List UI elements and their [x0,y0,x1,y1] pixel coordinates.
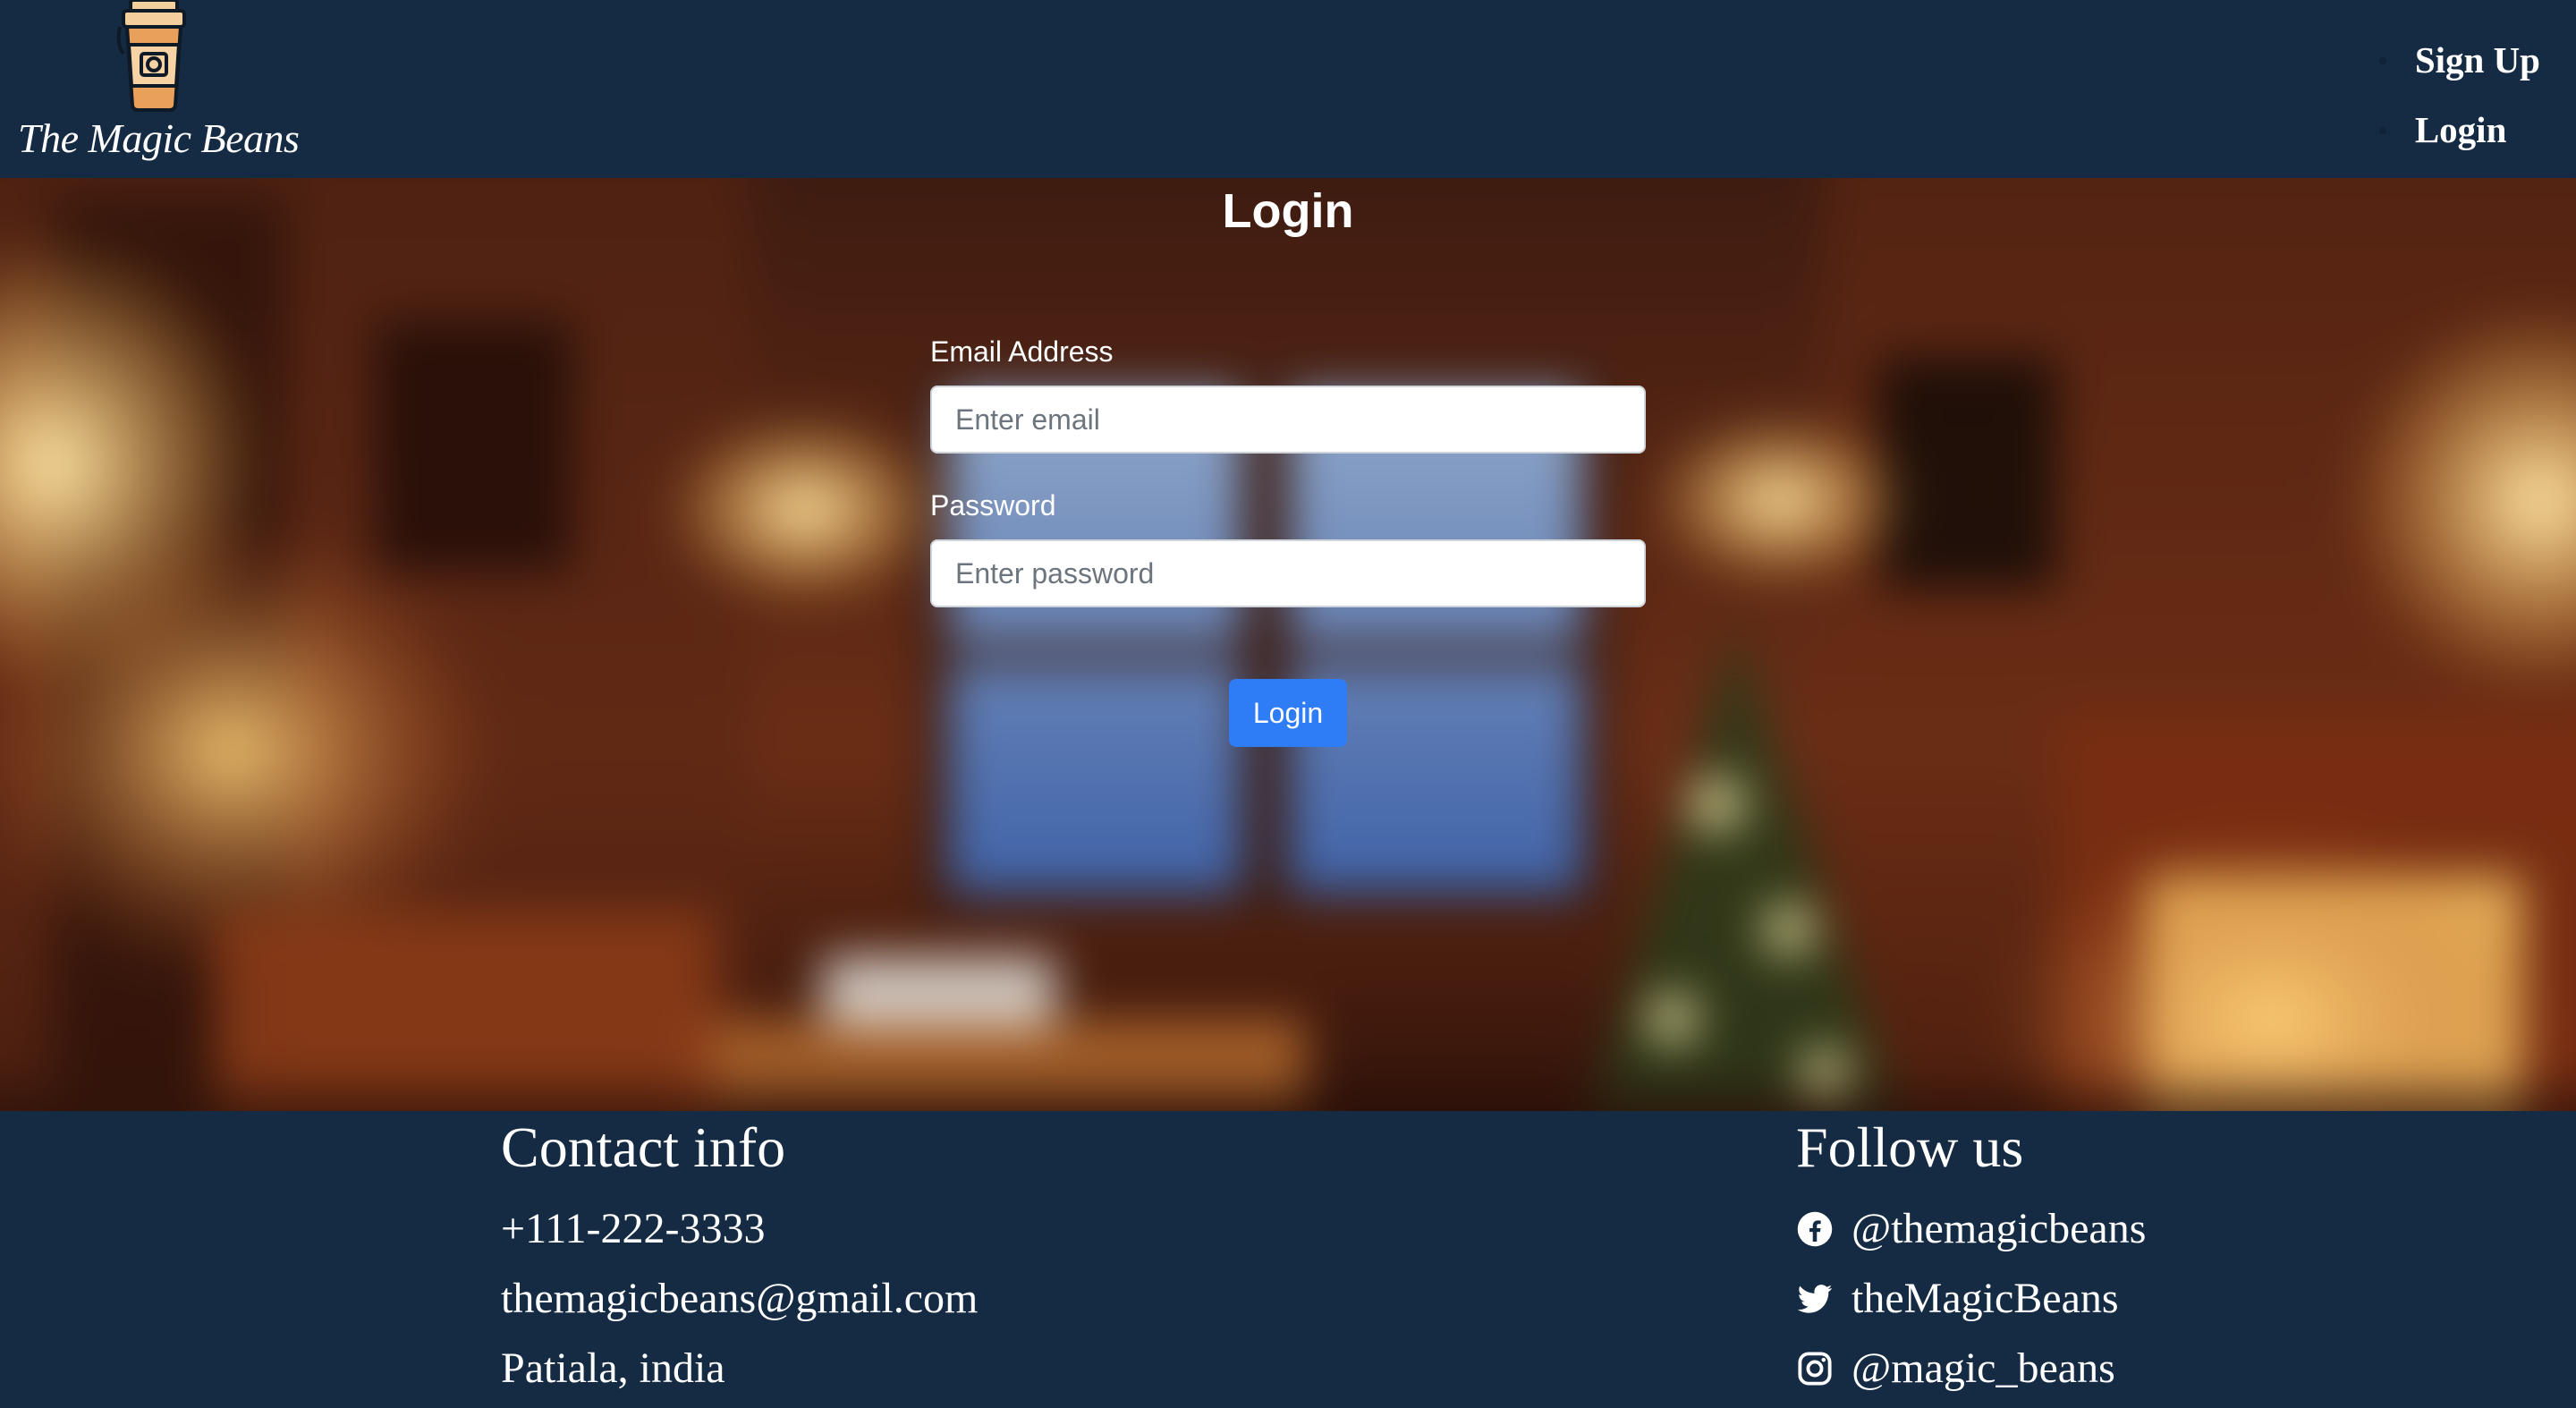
nav-links: Sign Up Login [2378,25,2540,165]
contact-phone: +111-222-3333 [501,1205,766,1252]
follow-us-heading: Follow us [1796,1115,2024,1179]
twitter-handle: theMagicBeans [1852,1275,2119,1322]
brand-name: The Magic Beans [18,115,300,161]
footer: Contact info +111-222-3333 themagicbeans… [0,1111,2576,1408]
sign-up-link[interactable]: Sign Up [2415,38,2540,81]
contact-address: Patiala, india [501,1344,725,1392]
email-input[interactable] [930,386,1646,454]
email-label: Email Address [930,335,1114,368]
list-bullet [2378,57,2386,64]
page: The Magic Beans Sign Up Login Login Emai… [0,0,2576,1408]
nav-item-sign-up: Sign Up [2378,25,2540,95]
contact-info-heading: Contact info [501,1115,786,1179]
twitter-icon [1796,1280,1834,1318]
contact-email: themagicbeans@gmail.com [501,1275,979,1322]
facebook-link[interactable]: @themagicbeans [1796,1204,2146,1253]
login-submit-button[interactable]: Login [1229,679,1347,747]
nav-item-login: Login [2378,95,2540,165]
navbar: The Magic Beans Sign Up Login [0,0,2576,178]
login-hero: Login Email Address Password Login [0,178,2576,1111]
instagram-link[interactable]: @magic_beans [1796,1344,2115,1393]
instagram-handle: @magic_beans [1852,1344,2115,1392]
twitter-link[interactable]: theMagicBeans [1796,1274,2119,1323]
password-input[interactable] [930,539,1646,607]
login-nav-link[interactable]: Login [2415,108,2507,151]
facebook-handle: @themagicbeans [1852,1205,2147,1252]
brand-logo-link[interactable]: The Magic Beans [0,0,322,178]
password-label: Password [930,489,1056,522]
coffee-cup-icon [116,0,186,112]
facebook-icon [1796,1210,1834,1248]
login-title: Login [1222,184,1354,238]
instagram-icon [1796,1350,1834,1387]
cafe-background-image [0,178,2576,1111]
list-bullet [2378,127,2386,134]
